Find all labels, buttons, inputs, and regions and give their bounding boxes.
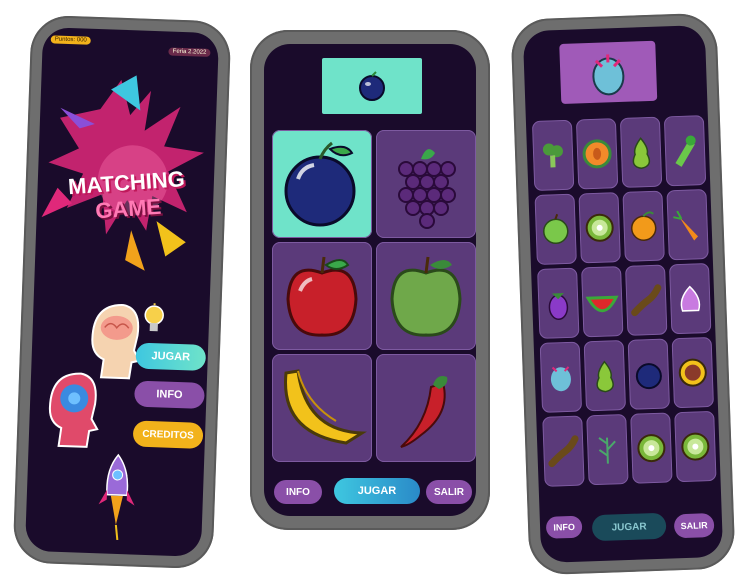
card-kiwi[interactable] bbox=[674, 410, 717, 483]
exit-button[interactable]: SALIR bbox=[673, 512, 715, 539]
card-watermelon[interactable] bbox=[581, 266, 624, 338]
card-grapes[interactable] bbox=[376, 130, 476, 238]
card-garlic[interactable] bbox=[668, 262, 712, 335]
middle-phone-frame: INFO JUGAR SALIR bbox=[250, 30, 490, 530]
play-button[interactable]: JUGAR bbox=[334, 478, 420, 504]
info-button[interactable]: INFO bbox=[274, 480, 322, 504]
orange-icon bbox=[630, 211, 657, 241]
pear-icon bbox=[596, 360, 614, 393]
carrot-icon bbox=[673, 210, 699, 241]
card-green-apple[interactable] bbox=[376, 242, 476, 350]
left-phone-frame: Puntos: 000 Feria 2.2022 MATCHING GAME J… bbox=[12, 14, 232, 570]
tamarind-icon bbox=[548, 435, 579, 468]
green-apple-icon bbox=[390, 256, 462, 337]
menu-screen: Puntos: 000 Feria 2.2022 MATCHING GAME J… bbox=[24, 27, 220, 557]
card-red-apple[interactable] bbox=[272, 242, 372, 350]
garlic-icon bbox=[680, 285, 701, 312]
celery-icon bbox=[675, 135, 696, 167]
broccoli-icon bbox=[542, 143, 563, 168]
card-tamarind[interactable] bbox=[625, 264, 668, 336]
plum-icon bbox=[635, 363, 662, 390]
card-melon[interactable] bbox=[575, 118, 619, 190]
kiwi-icon bbox=[637, 434, 666, 463]
lightbulb-icon bbox=[144, 303, 164, 332]
watermelon-icon bbox=[585, 295, 619, 313]
exit-button[interactable]: SALIR bbox=[426, 480, 472, 504]
plum-icon bbox=[284, 141, 356, 227]
dragon-fruit-icon bbox=[592, 54, 625, 96]
kiwi-icon bbox=[681, 432, 710, 461]
target-box bbox=[322, 58, 422, 114]
card-banana[interactable] bbox=[272, 354, 372, 462]
rosemary-icon bbox=[598, 437, 616, 464]
card-plum[interactable] bbox=[272, 130, 372, 238]
card-pear[interactable] bbox=[619, 116, 663, 188]
right-phone-frame: INFO JUGAR SALIR bbox=[510, 12, 736, 576]
card-orange[interactable] bbox=[622, 190, 665, 262]
green-apple-icon bbox=[543, 213, 569, 245]
game-screen-easy: INFO JUGAR SALIR bbox=[264, 44, 476, 516]
credits-button[interactable]: CREDITOS bbox=[132, 420, 204, 449]
tamarind-icon bbox=[631, 284, 662, 317]
info-button[interactable]: INFO bbox=[545, 515, 583, 539]
grapes-icon bbox=[398, 149, 456, 229]
play-button[interactable]: JUGAR bbox=[591, 512, 667, 542]
card-grid bbox=[531, 115, 717, 501]
logo-title: MATCHING GAME bbox=[56, 165, 199, 227]
passion-fruit-icon bbox=[678, 358, 707, 387]
card-plum[interactable] bbox=[627, 338, 671, 410]
dragon-fruit-icon bbox=[550, 366, 571, 392]
game-screen-hard: INFO JUGAR SALIR bbox=[522, 24, 724, 564]
card-pear[interactable] bbox=[583, 340, 627, 412]
card-dragon-fruit[interactable] bbox=[539, 341, 583, 413]
card-tamarind[interactable] bbox=[542, 415, 585, 487]
card-broccoli[interactable] bbox=[531, 119, 575, 192]
banana-icon bbox=[284, 369, 367, 445]
target-box bbox=[559, 40, 658, 105]
card-chili[interactable] bbox=[376, 354, 476, 462]
card-rosemary[interactable] bbox=[586, 413, 629, 486]
eggplant-icon bbox=[548, 293, 569, 321]
plum-icon bbox=[359, 71, 385, 101]
kiwi-icon bbox=[585, 213, 614, 242]
melon-icon bbox=[582, 139, 612, 169]
card-eggplant[interactable] bbox=[537, 267, 580, 339]
card-passion-fruit[interactable] bbox=[671, 336, 714, 409]
rocket-icon bbox=[98, 453, 135, 541]
chili-pepper-icon bbox=[400, 376, 448, 448]
card-kiwi[interactable] bbox=[630, 412, 673, 484]
date-badge: Feria 2.2022 bbox=[168, 47, 211, 57]
pear-icon bbox=[632, 137, 651, 170]
points-badge: Puntos: 000 bbox=[50, 35, 91, 45]
info-button[interactable]: INFO bbox=[134, 380, 205, 409]
blue-head-icon bbox=[48, 372, 99, 448]
play-button[interactable]: JUGAR bbox=[135, 342, 207, 371]
card-kiwi[interactable] bbox=[578, 192, 621, 264]
red-apple-icon bbox=[286, 256, 358, 337]
card-carrot[interactable] bbox=[666, 189, 709, 261]
card-green-apple[interactable] bbox=[534, 193, 577, 265]
card-celery[interactable] bbox=[663, 115, 707, 187]
